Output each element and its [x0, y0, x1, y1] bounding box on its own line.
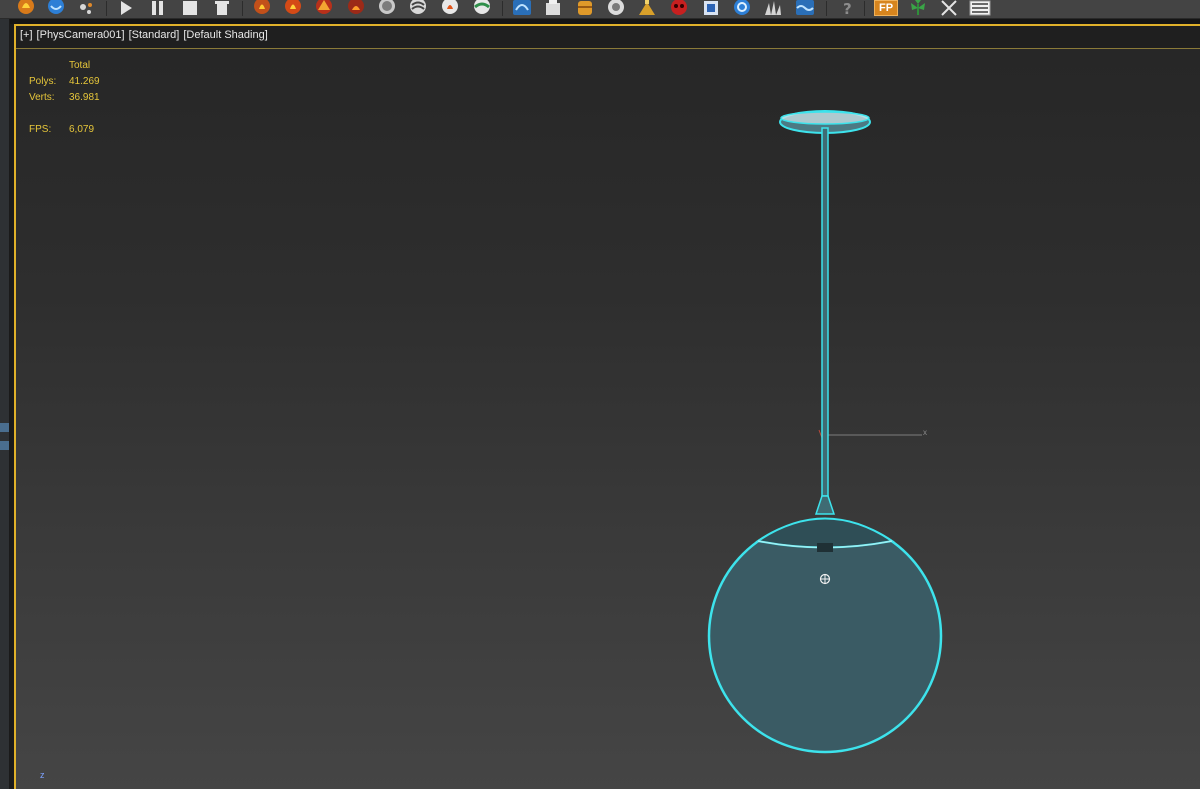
list-icon[interactable] — [968, 0, 992, 16]
panel-marker — [0, 423, 9, 432]
liquid-splash-icon[interactable] — [510, 0, 534, 16]
suspension-rod[interactable] — [814, 127, 836, 515]
ocean-icon[interactable] — [793, 0, 817, 16]
left-panel-edge — [0, 19, 10, 789]
plant-icon[interactable] — [906, 0, 930, 16]
fire-sim-icon[interactable] — [250, 0, 274, 16]
fire-sim-icon[interactable] — [281, 0, 305, 16]
main-toolbar: ? FP — [0, 0, 1200, 19]
fp-icon[interactable]: FP — [874, 0, 898, 16]
close-cross-icon[interactable] — [938, 0, 960, 16]
svg-text:?: ? — [843, 0, 852, 16]
toolbar-separator — [502, 1, 503, 16]
stop-icon[interactable] — [180, 0, 200, 16]
glass-globe[interactable] — [707, 518, 943, 754]
bucket-icon[interactable] — [541, 0, 565, 16]
fountain-icon[interactable] — [635, 0, 661, 16]
smoke-icon[interactable] — [375, 0, 401, 16]
bulb-socket — [817, 543, 833, 552]
wind-icon[interactable] — [406, 0, 432, 16]
particles-icon[interactable] — [76, 0, 98, 16]
fire-emitter-icon[interactable] — [344, 0, 368, 16]
water-drop-icon[interactable] — [44, 0, 68, 16]
perspective-viewport[interactable]: [+] [PhysCamera001] [Standard] [Default … — [14, 24, 1200, 789]
pivot-point-icon[interactable] — [819, 573, 831, 585]
panel-marker — [0, 441, 9, 450]
gizmo-x-label: x — [923, 428, 927, 437]
toolbar-separator — [106, 1, 107, 16]
barrel-icon[interactable] — [573, 0, 597, 16]
play-icon[interactable] — [116, 0, 136, 16]
grass-icon[interactable] — [761, 0, 785, 16]
scene-canvas[interactable]: x — [16, 26, 1200, 789]
pause-icon[interactable] — [148, 0, 168, 16]
cup-icon[interactable] — [604, 0, 630, 16]
swirl-icon[interactable] — [730, 0, 754, 16]
mask-icon[interactable] — [667, 0, 691, 16]
explosion-icon[interactable] — [438, 0, 462, 16]
gear-fluid-icon[interactable] — [470, 0, 496, 16]
axis-tripod-z-label: z — [40, 770, 45, 780]
reset-icon[interactable] — [212, 0, 232, 16]
toolbar-separator — [242, 1, 243, 16]
fire-icon[interactable] — [14, 0, 38, 16]
toolbar-separator — [864, 1, 865, 16]
cube-icon[interactable] — [699, 0, 723, 16]
fire-burst-icon[interactable] — [312, 0, 336, 16]
help-icon[interactable]: ? — [838, 0, 858, 16]
toolbar-separator — [826, 1, 827, 16]
